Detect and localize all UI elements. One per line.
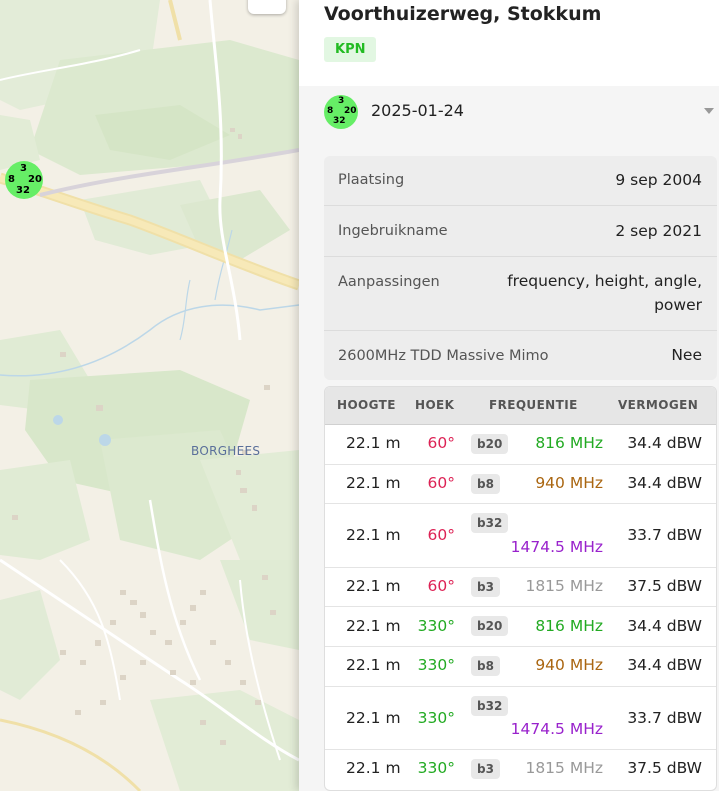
cell-height: 22.1 m [346, 577, 401, 595]
cell-angle: 330° [417, 617, 455, 635]
table-row: 22.1 m 60° b32 1474.5 MHz 33.7 dBW [325, 504, 716, 568]
cell-height: 22.1 m [346, 656, 401, 674]
cell-frequency: 940 MHz [535, 474, 603, 492]
table-row: 22.1 m 60° b3 1815 MHz 37.5 dBW [325, 568, 716, 607]
table-row: 22.1 m 330° b20 816 MHz 34.4 dBW [325, 607, 716, 647]
cell-frequency: 1815 MHz [525, 577, 603, 595]
cell-frequency: 1474.5 MHz [510, 538, 603, 556]
table-row: 22.1 m 330° b32 1474.5 MHz 33.7 dBW [325, 687, 716, 750]
chevron-down-icon[interactable] [704, 108, 714, 114]
cell-frequency: 1474.5 MHz [510, 720, 603, 738]
cell-height: 22.1 m [346, 709, 401, 727]
column-header-height: HOOGTE [337, 398, 396, 412]
cell-height: 22.1 m [346, 759, 401, 777]
map[interactable]: 3 8 20 32 BORGHEES [0, 0, 299, 791]
info-label: Plaatsing [338, 172, 405, 188]
info-label: Aanpassingen [338, 274, 440, 290]
band-badge: b20 [471, 434, 509, 454]
info-row: 2600MHz TDD Massive Mimo Nee [324, 331, 717, 380]
cell-angle: 60° [427, 474, 455, 492]
column-header-angle: HOEK [415, 398, 455, 412]
band-badge: b3 [471, 577, 500, 597]
cluster-count-right: 20 [28, 174, 42, 185]
selected-date: 2025-01-24 [371, 101, 464, 120]
operator-badge: KPN [324, 37, 377, 62]
cell-power: 34.4 dBW [627, 617, 702, 635]
table-row: 22.1 m 330° b3 1815 MHz 37.5 dBW [325, 750, 716, 790]
band-badge: b8 [471, 474, 500, 494]
cell-power: 33.7 dBW [627, 709, 702, 727]
date-icon-count-top: 3 [338, 96, 345, 106]
info-row: Aanpassingen frequency, height, angle, p… [324, 257, 717, 331]
map-place-label: BORGHEES [191, 444, 261, 458]
cell-power: 33.7 dBW [627, 526, 702, 544]
cell-angle: 330° [417, 709, 455, 727]
cell-frequency: 816 MHz [535, 617, 603, 635]
cell-angle: 330° [417, 656, 455, 674]
cell-angle: 330° [417, 759, 455, 777]
cell-height: 22.1 m [346, 526, 401, 544]
site-cluster-marker[interactable]: 3 8 20 32 [5, 161, 43, 199]
cell-power: 34.4 dBW [627, 656, 702, 674]
cell-power: 34.4 dBW [627, 434, 702, 452]
info-label: 2600MHz TDD Massive Mimo [338, 348, 549, 364]
cell-frequency: 1815 MHz [525, 759, 603, 777]
table-row: 22.1 m 60° b20 816 MHz 34.4 dBW [325, 425, 716, 465]
cluster-count-bottom: 32 [16, 185, 30, 196]
layers-button[interactable] [248, 0, 286, 14]
band-badge: b20 [471, 616, 509, 636]
cell-frequency: 816 MHz [535, 434, 603, 452]
cell-angle: 60° [427, 434, 455, 452]
band-badge: b3 [471, 759, 500, 779]
cell-angle: 60° [427, 577, 455, 595]
cluster-count-top: 3 [20, 163, 27, 174]
cluster-count-left: 8 [8, 174, 15, 185]
info-row: Plaatsing 9 sep 2004 [324, 156, 717, 206]
cell-height: 22.1 m [346, 434, 401, 452]
date-icon-count-right: 20 [344, 106, 357, 116]
cell-power: 37.5 dBW [627, 577, 702, 595]
cell-power: 37.5 dBW [627, 759, 702, 777]
band-badge: b8 [471, 656, 500, 676]
panel-header: Voorthuizerweg, Stokkum KPN [299, 0, 719, 86]
cell-height: 22.1 m [346, 617, 401, 635]
table-header: HOOGTE HOEK FREQUENTIE VERMOGEN [325, 387, 716, 425]
cell-angle: 60° [427, 526, 455, 544]
date-icon-count-left: 8 [327, 106, 334, 116]
table-row: 22.1 m 60° b8 940 MHz 34.4 dBW [325, 465, 716, 504]
band-badge: b32 [471, 696, 509, 716]
site-details-panel: Voorthuizerweg, Stokkum KPN 3 8 20 32 20… [299, 0, 719, 791]
date-icon-count-bottom: 32 [333, 116, 346, 126]
info-label: Ingebruikname [338, 223, 448, 239]
antenna-table: HOOGTE HOEK FREQUENTIE VERMOGEN 22.1 m 6… [324, 386, 717, 791]
date-cluster-icon: 3 8 20 32 [324, 95, 358, 129]
site-title: Voorthuizerweg, Stokkum [324, 3, 602, 25]
column-header-frequency: FREQUENTIE [489, 398, 578, 412]
table-row: 22.1 m 330° b8 940 MHz 34.4 dBW [325, 647, 716, 687]
info-value: frequency, height, angle, power [507, 272, 702, 314]
info-value: Nee [671, 346, 702, 364]
site-info-card: Plaatsing 9 sep 2004 Ingebruikname 2 sep… [324, 156, 717, 380]
cell-frequency: 940 MHz [535, 656, 603, 674]
cell-power: 34.4 dBW [627, 474, 702, 492]
band-badge: b32 [471, 513, 509, 533]
map-canvas [0, 0, 299, 791]
info-value: 9 sep 2004 [615, 171, 702, 189]
info-row: Ingebruikname 2 sep 2021 [324, 206, 717, 257]
column-header-power: VERMOGEN [618, 398, 699, 412]
info-value: 2 sep 2021 [615, 222, 702, 240]
date-selector[interactable]: 3 8 20 32 2025-01-24 [299, 88, 719, 140]
cell-height: 22.1 m [346, 474, 401, 492]
